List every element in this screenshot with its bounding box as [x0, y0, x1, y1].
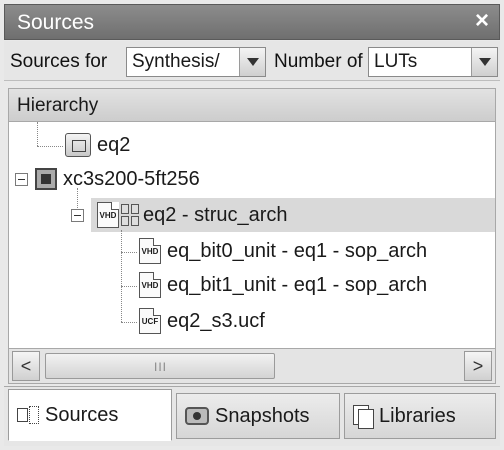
camera-icon	[185, 407, 209, 425]
panel-titlebar[interactable]: Sources ×	[4, 4, 500, 40]
hierarchy-header-label: Hierarchy	[17, 95, 99, 116]
chevron-down-icon[interactable]	[471, 48, 497, 76]
tree-node-label: xc3s200-5ft256	[63, 167, 200, 190]
tree-connector	[121, 322, 137, 323]
tab-libraries[interactable]: Libraries	[344, 393, 496, 439]
tree-node-eq-bit0-unit[interactable]: VHD eq_bit0_unit - eq1 - sop_arch	[139, 236, 427, 266]
tree-node-eq2-s3-ucf[interactable]: UCF eq2_s3.ucf	[139, 306, 265, 336]
number-of-label: Number of	[274, 51, 363, 72]
tree-node-device[interactable]: xc3s200-5ft256	[35, 164, 200, 194]
number-of-value: LUTs	[374, 51, 418, 72]
number-of-dropdown[interactable]: LUTs	[368, 47, 498, 77]
tree-connector	[37, 122, 38, 146]
tab-label: Libraries	[379, 404, 456, 427]
filter-row: Sources for Synthesis/ Number of LUTs	[4, 41, 500, 81]
scroll-left-button[interactable]: <	[12, 351, 40, 381]
panel-title: Sources	[17, 11, 95, 34]
hierarchy-header: Hierarchy	[8, 88, 496, 122]
module-grid-icon	[121, 204, 139, 226]
tree-node-label: eq2	[97, 133, 131, 156]
panel-tabs: Sources Snapshots Libraries	[4, 386, 500, 446]
tree-connector	[37, 146, 63, 147]
sources-panel: Sources × Sources for Synthesis/ Number …	[0, 0, 504, 450]
scrollbar-thumb[interactable]: III	[45, 353, 275, 379]
tab-label: Sources	[45, 403, 119, 426]
vhdl-file-icon: VHD	[97, 202, 119, 228]
vhdl-file-icon: VHD	[139, 238, 161, 264]
tree-connector	[121, 252, 137, 253]
tree-node-label: eq_bit1_unit - eq1 - sop_arch	[167, 273, 428, 296]
ucf-file-icon: UCF	[139, 308, 161, 334]
horizontal-scrollbar[interactable]: < III >	[8, 348, 496, 384]
collapse-icon[interactable]	[15, 173, 28, 186]
close-icon[interactable]: ×	[475, 7, 489, 35]
libraries-icon	[353, 405, 374, 429]
chip-icon	[35, 168, 57, 190]
tree-node-eq2[interactable]: eq2	[65, 130, 130, 160]
collapse-icon[interactable]	[71, 209, 84, 222]
tree-node-eq-bit1-unit[interactable]: VHD eq_bit1_unit - eq1 - sop_arch	[139, 270, 427, 300]
scroll-right-button[interactable]: >	[464, 351, 492, 381]
chevron-down-icon[interactable]	[239, 48, 265, 76]
tree-node-label: eq2_s3.ucf	[167, 309, 265, 332]
tab-label: Snapshots	[215, 404, 310, 427]
tree-connector	[121, 286, 137, 287]
hierarchy-tree[interactable]: eq2 xc3s200-5ft256 VHD eq2 - struc_arch …	[8, 122, 496, 348]
tree-connector	[121, 230, 122, 322]
tab-snapshots[interactable]: Snapshots	[176, 393, 340, 439]
sources-for-label: Sources for	[10, 51, 108, 72]
grip-icon: III	[154, 360, 168, 374]
schematic-icon	[65, 133, 91, 157]
tab-sources[interactable]: Sources	[8, 389, 172, 441]
tree-node-eq2-struc-arch[interactable]: VHD eq2 - struc_arch	[97, 200, 288, 230]
tree-node-label: eq_bit0_unit - eq1 - sop_arch	[167, 239, 428, 262]
sources-for-value: Synthesis/	[132, 51, 220, 72]
vhdl-file-icon: VHD	[139, 272, 161, 298]
sources-icon	[17, 406, 39, 424]
tree-node-label: eq2 - struc_arch	[143, 203, 288, 226]
sources-for-dropdown[interactable]: Synthesis/	[126, 47, 266, 77]
